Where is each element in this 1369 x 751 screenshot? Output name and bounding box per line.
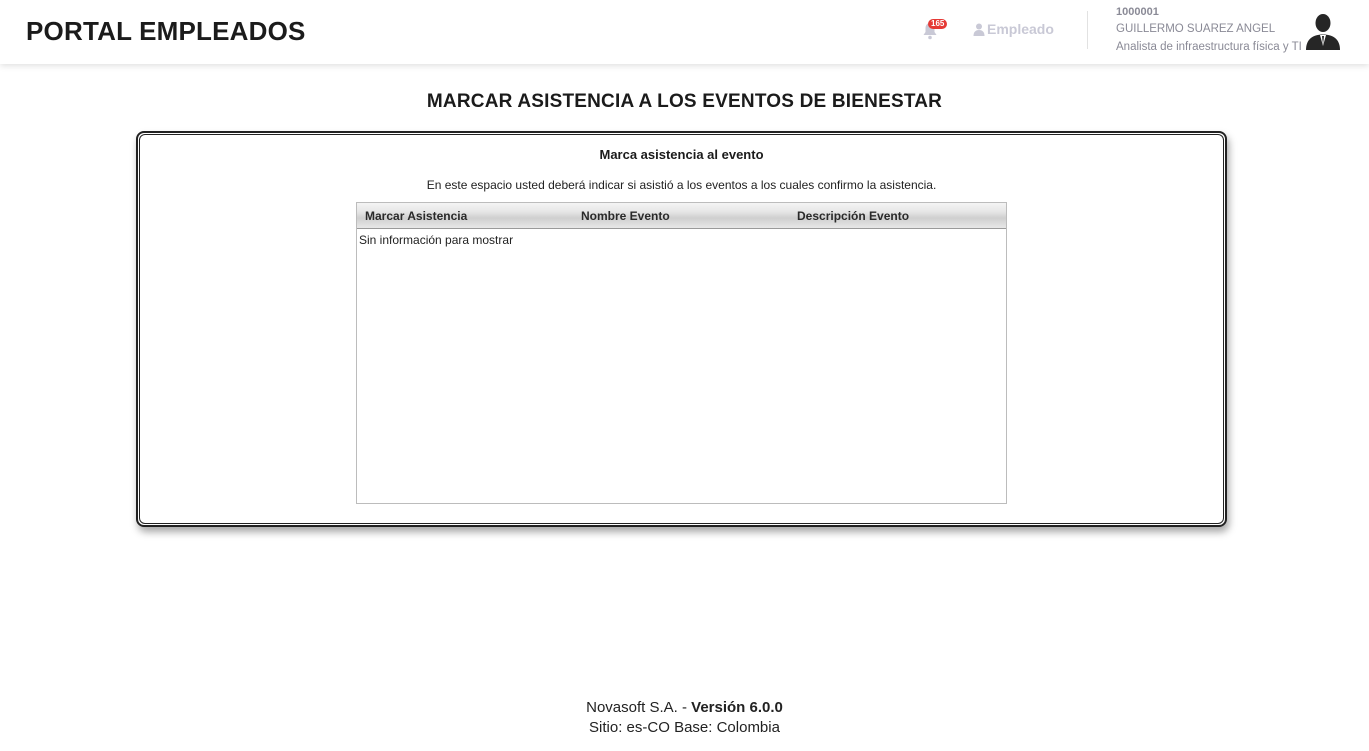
footer-company-version: Novasoft S.A. - Versión 6.0.0	[0, 699, 1369, 716]
user-name: GUILLERMO SUAREZ ANGEL	[1116, 23, 1276, 35]
footer-site: Sitio: es-CO Base: Colombia	[589, 719, 780, 736]
panel-description: En este espacio usted deberá indicar si …	[426, 178, 937, 192]
role-label: Empleado	[987, 21, 1054, 37]
events-table: Marcar Asistencia Nombre Evento Descripc…	[356, 202, 1007, 504]
role-menu[interactable]: Empleado	[973, 21, 1054, 37]
column-header-descripcion-evento[interactable]: Descripción Evento	[797, 209, 909, 223]
user-icon	[973, 23, 985, 36]
notification-badge[interactable]: 165	[928, 19, 948, 29]
top-navbar: PORTAL EMPLEADOS 165 Empleado 1000001 GU…	[0, 0, 1369, 64]
header-divider	[1087, 11, 1088, 49]
panel-heading: Marca asistencia al evento	[599, 147, 764, 162]
user-position: Analista de infraestructura física y TI	[1116, 41, 1302, 53]
avatar-icon[interactable]	[1305, 12, 1341, 50]
attendance-panel: Marca asistencia al evento En este espac…	[136, 131, 1227, 527]
column-header-nombre-evento[interactable]: Nombre Evento	[581, 209, 670, 223]
table-header: Marcar Asistencia Nombre Evento Descripc…	[357, 203, 1006, 229]
column-header-marcar-asistencia[interactable]: Marcar Asistencia	[365, 209, 467, 223]
footer-version: Versión 6.0.0	[691, 699, 783, 716]
table-empty-message: Sin información para mostrar	[359, 233, 514, 247]
page-title: MARCAR ASISTENCIA A LOS EVENTOS DE BIENE…	[426, 91, 943, 112]
user-id: 1000001	[1116, 6, 1159, 18]
brand-title[interactable]: PORTAL EMPLEADOS	[26, 16, 306, 47]
footer-company: Novasoft S.A. -	[586, 699, 692, 716]
